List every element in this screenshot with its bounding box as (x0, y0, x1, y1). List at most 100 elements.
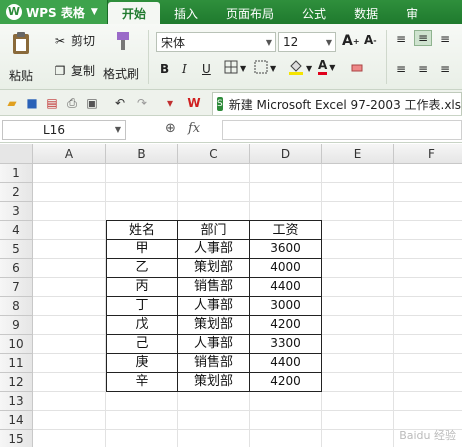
customize-toolbar-icon[interactable]: ▾ (162, 95, 178, 111)
borders-button[interactable]: ▼ (224, 60, 246, 77)
table-cell[interactable]: 庚 (106, 353, 178, 373)
row-header[interactable]: 10 (0, 335, 33, 354)
row-header[interactable]: 6 (0, 259, 33, 278)
table-cell[interactable]: 4200 (250, 315, 322, 335)
table-cell[interactable]: 戊 (106, 315, 178, 335)
row-header[interactable]: 2 (0, 183, 33, 202)
name-box[interactable]: L16 ▼ (2, 120, 126, 140)
table-cell[interactable]: 人事部 (178, 334, 250, 354)
menu-bar: W WPS 表格 ▼ 开始 插入 页面布局 公式 数据 审 (0, 0, 462, 24)
row-header[interactable]: 14 (0, 411, 33, 430)
row-header[interactable]: 11 (0, 354, 33, 373)
align-middle-button[interactable]: ≡ (414, 30, 433, 46)
table-header-cell[interactable]: 工资 (250, 220, 322, 240)
table-cell[interactable]: 4000 (250, 258, 322, 278)
paste-button[interactable]: 粘贴 (8, 30, 34, 84)
table-cell[interactable]: 策划部 (178, 315, 250, 335)
bold-button[interactable]: B (160, 62, 169, 76)
align-left-icon: ≡ (396, 62, 407, 76)
table-cell[interactable]: 己 (106, 334, 178, 354)
document-tab[interactable]: S 新建 Microsoft Excel 97-2003 工作表.xls (212, 92, 462, 115)
table-cell[interactable]: 辛 (106, 372, 178, 392)
table-cell[interactable]: 策划部 (178, 372, 250, 392)
print-icon[interactable]: ⎙ (64, 95, 80, 111)
italic-button[interactable]: I (182, 62, 187, 76)
format-painter-button[interactable]: 格式刷 (103, 30, 139, 82)
decrease-font-icon[interactable]: A- (364, 33, 377, 47)
underline-button[interactable]: U (202, 62, 211, 76)
clipboard-icon (8, 30, 34, 59)
align-center-icon: ≡ (418, 62, 429, 76)
row-header[interactable]: 4 (0, 221, 33, 240)
table-cell[interactable]: 销售部 (178, 353, 250, 373)
align-right-button[interactable]: ≡ (440, 62, 450, 76)
table-cell[interactable]: 3000 (250, 296, 322, 316)
table-cell[interactable]: 人事部 (178, 239, 250, 259)
row-header[interactable]: 12 (0, 373, 33, 392)
cut-button[interactable]: ✂ 剪切 (52, 32, 95, 49)
align-center-button[interactable]: ≡ (418, 62, 428, 76)
column-header[interactable]: B (106, 144, 178, 164)
column-header[interactable]: C (178, 144, 250, 164)
fill-color-button[interactable]: ▼ (288, 59, 312, 78)
table-cell[interactable]: 策划部 (178, 258, 250, 278)
column-header[interactable]: E (322, 144, 394, 164)
tab-insert[interactable]: 插入 (160, 2, 212, 24)
app-menu-button[interactable]: W WPS 表格 ▼ (0, 0, 108, 24)
align-bottom-icon: ≡ (440, 32, 451, 46)
row-header[interactable]: 8 (0, 297, 33, 316)
select-all-corner[interactable] (0, 144, 33, 164)
save-icon[interactable]: ■ (24, 95, 40, 111)
row-header[interactable]: 5 (0, 240, 33, 259)
clear-format-button[interactable] (350, 60, 364, 77)
table-header-cell[interactable]: 姓名 (106, 220, 178, 240)
merge-grid-icon (254, 60, 268, 77)
pdf-icon[interactable]: ▤ (44, 95, 60, 111)
tab-page-layout[interactable]: 页面布局 (212, 2, 288, 24)
row-header[interactable]: 15 (0, 430, 33, 447)
copy-button[interactable]: ❐ 复制 (52, 62, 95, 79)
tab-review[interactable]: 审 (392, 2, 432, 24)
table-cell[interactable]: 销售部 (178, 277, 250, 297)
align-top-button[interactable]: ≡ (396, 32, 406, 46)
row-header[interactable]: 3 (0, 202, 33, 221)
table-cell[interactable]: 3300 (250, 334, 322, 354)
column-header[interactable]: A (33, 144, 106, 164)
column-header[interactable]: D (250, 144, 322, 164)
open-folder-icon[interactable]: ▰ (4, 95, 20, 111)
spreadsheet-grid[interactable]: A B C D E F 1 2 3 4 5 6 7 8 9 10 11 12 13 14 15 姓名 部门 工资甲人事部 360… (0, 144, 462, 447)
undo-icon[interactable]: ↶ (112, 95, 128, 111)
table-cell[interactable]: 4200 (250, 372, 322, 392)
zoom-search-icon[interactable]: ⊕ (165, 121, 176, 136)
table-cell[interactable]: 丁 (106, 296, 178, 316)
merge-cells-button[interactable]: ▼ (254, 60, 276, 77)
row-header[interactable]: 1 (0, 164, 33, 183)
table-header-cell[interactable]: 部门 (178, 220, 250, 240)
table-cell[interactable]: 甲 (106, 239, 178, 259)
column-header[interactable]: F (394, 144, 462, 164)
font-color-button[interactable]: A ▼ (318, 59, 335, 75)
row-header[interactable]: 13 (0, 392, 33, 411)
table-cell[interactable]: 4400 (250, 353, 322, 373)
table-cell[interactable]: 3600 (250, 239, 322, 259)
tab-home[interactable]: 开始 (108, 2, 161, 24)
redo-icon[interactable]: ↷ (134, 95, 150, 111)
table-cell[interactable]: 人事部 (178, 296, 250, 316)
row-header[interactable]: 9 (0, 316, 33, 335)
increase-font-icon[interactable]: A + (342, 33, 360, 49)
font-name-select[interactable]: 宋体 ▼ (156, 32, 276, 52)
cell-reference: L16 (43, 123, 65, 137)
print-preview-icon[interactable]: ▣ (84, 95, 100, 111)
tab-formulas[interactable]: 公式 (288, 2, 340, 24)
align-bottom-button[interactable]: ≡ (440, 32, 450, 46)
function-icon[interactable]: fx (188, 121, 200, 136)
table-cell[interactable]: 4400 (250, 277, 322, 297)
table-cell[interactable]: 丙 (106, 277, 178, 297)
row-header[interactable]: 7 (0, 278, 33, 297)
font-size-select[interactable]: 12 ▼ (278, 32, 336, 52)
table-cell[interactable]: 乙 (106, 258, 178, 278)
align-left-button[interactable]: ≡ (396, 62, 406, 76)
formula-input[interactable] (222, 120, 462, 140)
spreadsheet-file-icon: S (217, 97, 223, 111)
tab-data[interactable]: 数据 (340, 2, 392, 24)
